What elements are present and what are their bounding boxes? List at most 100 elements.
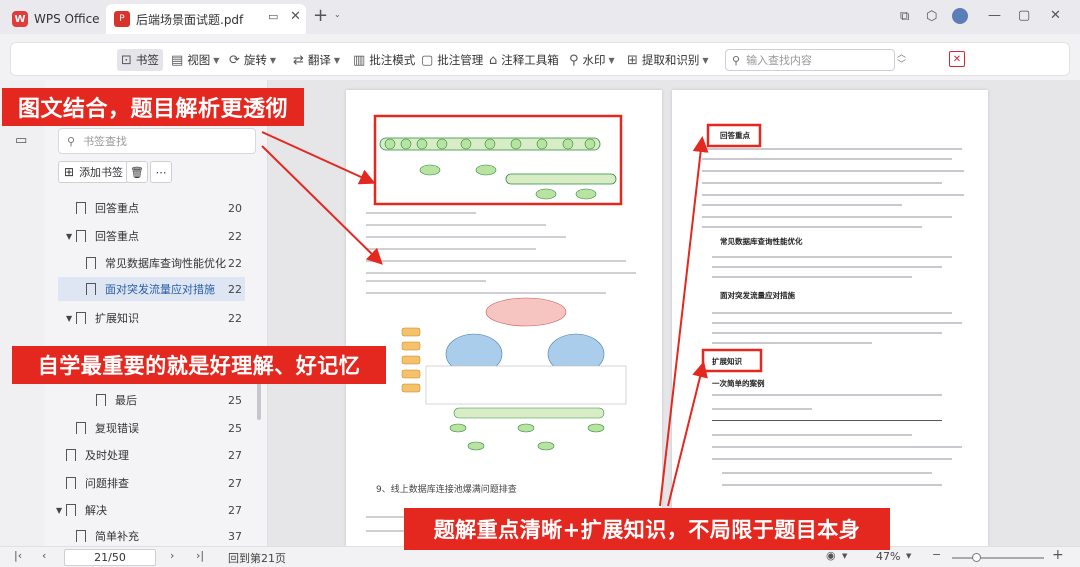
next-page-icon[interactable]: › [170,549,174,562]
bookmark-item[interactable]: 及时处理 27 [66,443,242,467]
caret-down-icon[interactable]: ▼ [66,314,76,323]
sidebar-scrollbar[interactable] [257,380,261,420]
zoom-slider[interactable] [952,557,1044,559]
add-bookmark-icon: ⊞ [64,165,75,179]
annotation-toolbox-label: 注释工具箱 [501,53,559,67]
tab-document[interactable]: P 后端场景面试题.pdf ▭ ✕ [106,4,306,34]
watermark-icon: ⚲ [569,52,579,68]
section-heading: 9、线上数据库连接池爆满问题排查 [376,485,517,495]
caret-down-icon[interactable]: ▼ [56,506,66,515]
bookmark-item[interactable]: 最后 25 [96,388,242,412]
rotate-button[interactable]: ⟳ 旋转 ▼ [229,49,276,71]
title-bar: W WPS Office P 后端场景面试题.pdf ▭ ✕ + ⌄ ⧉ ⬡ —… [0,0,1080,34]
bookmark-page: 27 [228,503,242,517]
bookmark-icon: ⊡ [121,52,132,68]
bookmark-item[interactable]: ▼ 解决 27 [56,498,242,522]
watermark-button[interactable]: ⚲ 水印 ▼ [569,49,615,71]
watermark-label: 水印 [582,53,606,67]
extract-icon: ⊞ [627,52,638,68]
heading-traffic-spike: 面对突发流量应对措施 [720,291,795,300]
translate-button[interactable]: ⇄ 翻译 ▼ [293,49,340,71]
tab-label: WPS Office [34,12,100,26]
bookmark-icon [76,202,86,214]
back-to-page-link[interactable]: 回到第21页 [228,550,286,566]
prev-page-icon[interactable]: ‹ [42,549,46,562]
add-bookmark-button[interactable]: ⊞ 添加书签 [58,161,130,183]
bookmark-icon [76,230,86,242]
bookmark-label: 面对突发流量应对措施 [105,283,215,296]
zoom-in-icon[interactable]: + [1052,547,1064,563]
bookmark-icon [76,312,86,324]
search-icon: ⚲ [67,134,76,148]
chevron-down-icon: ▼ [213,55,220,65]
zoom-out-icon[interactable]: − [932,548,941,561]
bookmark-label: 扩展知识 [95,312,139,325]
page-number-input[interactable]: 21/50 [64,549,156,566]
bookmark-label: 问题排查 [85,477,129,490]
annotation-manage-button[interactable]: ▢ 批注管理 [421,49,483,71]
search-input[interactable]: ⚲ 输入查找内容 [725,49,895,71]
annotation-toolbox-button[interactable]: ⌂ 注释工具箱 [489,49,559,71]
comment-icon: ▢ [421,52,434,68]
close-toolbar-icon[interactable]: ✕ [949,51,965,67]
chevron-down-icon[interactable]: ▼ [842,552,847,560]
bookmark-item[interactable]: 问题排查 27 [66,471,242,495]
bookmark-icon [86,283,96,295]
bookmark-item[interactable]: 简单补充 37 [76,526,242,546]
wps-logo-icon: W [12,11,28,27]
bookmark-page: 37 [228,529,242,543]
heading-extended-knowledge: 扩展知识 [712,357,742,366]
bookmark-icon [86,257,96,269]
avatar[interactable] [952,8,968,24]
delete-bookmark-button[interactable]: 🗑 [126,161,148,183]
eye-icon[interactable]: ◉ [826,549,836,562]
bookmark-label: 解决 [85,504,107,517]
caret-down-icon[interactable]: ▼ [66,232,76,241]
bookmark-label: 书签 [135,53,159,67]
tab-list-chevron-icon[interactable]: ⌄ [334,10,341,19]
bookmark-icon [66,504,76,516]
minimize-icon[interactable]: — [988,8,1001,23]
bookmark-icon [76,530,86,542]
view-label: 视图 [187,53,211,67]
comment-panel-icon[interactable]: ▭ [15,133,27,148]
zoom-level[interactable]: 47% [876,550,900,563]
bookmark-label: 最后 [115,394,137,407]
zoom-slider-handle[interactable] [972,553,981,562]
close-tab-icon[interactable]: ✕ [290,9,301,24]
chevron-down-icon[interactable]: ▼ [906,552,911,560]
rotate-icon: ⟳ [229,52,240,68]
annotation-mode-button[interactable]: ▥ 批注模式 [353,49,415,71]
last-page-icon[interactable]: ›| [196,549,204,562]
bookmark-search-input[interactable]: ⚲ 书签查找 [58,128,256,154]
cube-icon[interactable]: ⬡ [926,9,937,24]
bookmark-item-active[interactable]: 面对突发流量应对措施 22 [58,277,245,301]
view-button[interactable]: ▤ 视图 ▼ [171,49,219,71]
bookmark-item[interactable]: ▼ 扩展知识 22 [66,306,242,330]
translate-label: 翻译 [307,53,331,67]
multi-window-icon[interactable]: ⧉ [900,9,909,24]
first-page-icon[interactable]: |‹ [14,549,22,562]
bookmark-page: 22 [228,229,242,243]
bookmark-page: 27 [228,448,242,462]
search-icon: ⚲ [732,53,741,67]
chevron-down-icon: ▼ [269,55,277,65]
bookmark-item[interactable]: 复现错误 25 [76,416,242,440]
annotation-manage-label: 批注管理 [437,53,484,67]
maximize-icon[interactable]: ▢ [1018,8,1030,23]
bookmark-icon [96,394,106,406]
search-prev-next-icon[interactable]: ︿ ﹀ [897,50,906,72]
new-tab-icon[interactable]: + [313,5,328,26]
bookmark-icon [66,477,76,489]
more-options-button[interactable]: ⋯ [150,161,172,183]
chevron-down-icon: ▼ [702,55,709,65]
close-window-icon[interactable]: ✕ [1050,8,1061,23]
window-mode-icon[interactable]: ▭ [268,10,278,23]
bookmark-item[interactable]: 常见数据库查询性能优化 22 [86,251,242,275]
bookmark-item[interactable]: 回答重点 20 [66,196,242,220]
bookmark-item[interactable]: ▼ 回答重点 22 [66,224,242,248]
bookmark-page: 25 [228,393,242,407]
bookmark-button[interactable]: ⊡ 书签 [117,49,163,71]
extract-recognize-button[interactable]: ⊞ 提取和识别 ▼ [627,49,709,71]
tab-wps-home[interactable]: W WPS Office [6,4,100,34]
